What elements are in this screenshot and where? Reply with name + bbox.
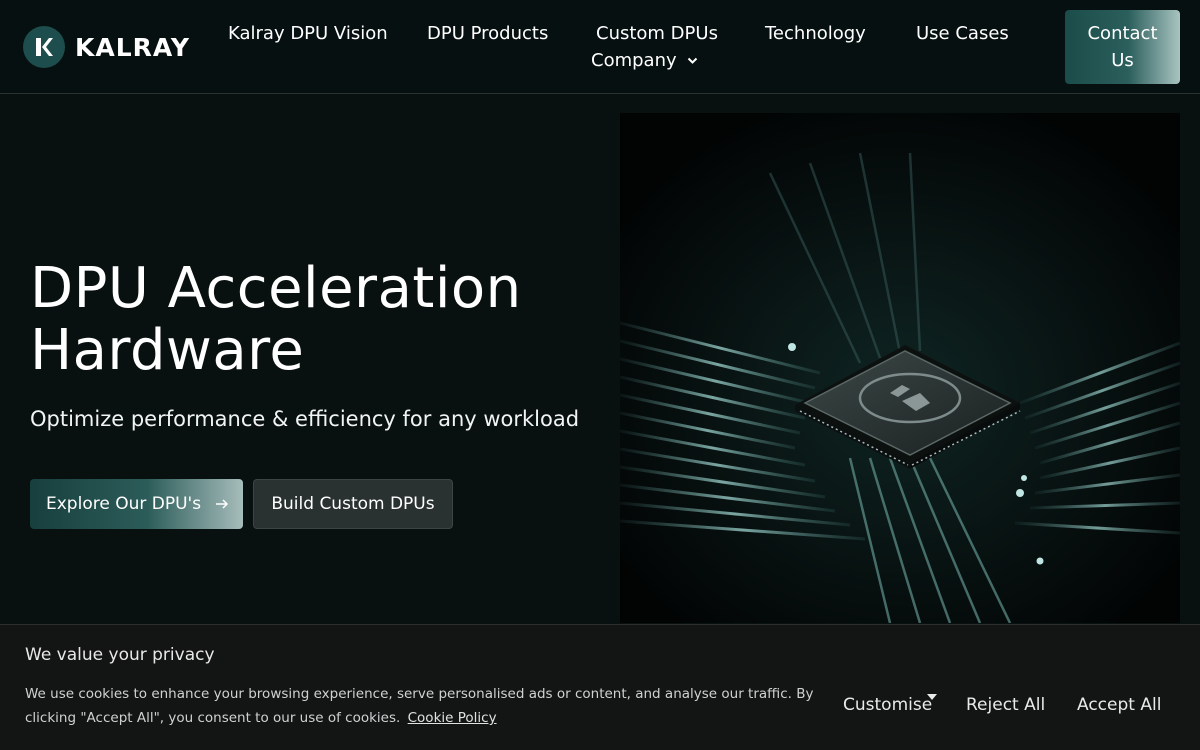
hero-title: DPU Acceleration Hardware	[30, 256, 522, 383]
nav-use-cases[interactable]: Use Cases	[916, 23, 1009, 44]
nav-company[interactable]: Company	[591, 50, 698, 71]
caret-down-icon	[927, 694, 937, 700]
reject-all-button[interactable]: Reject All	[966, 695, 1045, 715]
nav-kalray-dpu-vision[interactable]: Kalray DPU Vision	[228, 23, 388, 44]
accept-all-button[interactable]: Accept All	[1077, 695, 1161, 715]
cookie-banner: We value your privacy We use cookies to …	[0, 624, 1200, 750]
site-header: KALRAY Kalray DPU Vision DPU Products Cu…	[0, 0, 1200, 94]
hero-chip-image	[620, 113, 1180, 623]
contact-us-button[interactable]: Contact Us	[1065, 10, 1180, 84]
explore-dpus-button[interactable]: Explore Our DPU's	[30, 479, 243, 529]
arrow-right-icon	[215, 498, 229, 510]
nav-technology[interactable]: Technology	[765, 23, 866, 44]
kalray-logo-icon	[23, 26, 65, 68]
explore-dpus-label: Explore Our DPU's	[46, 494, 202, 514]
brand-name: KALRAY	[75, 32, 190, 62]
nav-company-label: Company	[591, 50, 677, 71]
cookie-title: We value your privacy	[25, 645, 215, 665]
chevron-down-icon	[687, 57, 697, 64]
customise-button[interactable]: Customise	[843, 695, 932, 715]
nav-custom-dpus[interactable]: Custom DPUs	[596, 23, 718, 44]
cookie-text: We use cookies to enhance your browsing …	[25, 682, 825, 730]
cookie-policy-link[interactable]: Cookie Policy	[408, 710, 497, 726]
hero-subtitle: Optimize performance & efficiency for an…	[30, 407, 580, 431]
nav-dpu-products[interactable]: DPU Products	[427, 23, 548, 44]
kalray-logo[interactable]: KALRAY	[23, 25, 190, 69]
build-custom-dpus-button[interactable]: Build Custom DPUs	[253, 479, 453, 529]
